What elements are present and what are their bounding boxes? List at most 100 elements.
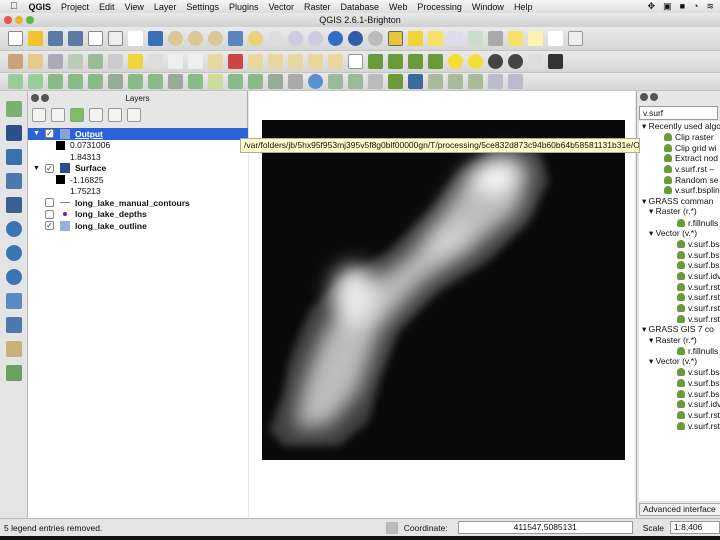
delete-selected-icon[interactable] — [128, 54, 143, 69]
add-raster-layer-icon[interactable] — [6, 125, 22, 141]
zoom-to-layer-icon[interactable] — [268, 31, 283, 46]
delete-ring-icon[interactable] — [128, 74, 143, 89]
zoom-window-button[interactable] — [26, 16, 34, 24]
split-parts-icon[interactable] — [228, 74, 243, 89]
algorithm-tree-item[interactable]: v.surf.rst — [639, 313, 720, 324]
pin-labels-icon[interactable] — [248, 54, 263, 69]
sun-up-icon[interactable] — [448, 54, 463, 69]
coordinate-toggle-icon[interactable] — [385, 521, 398, 534]
identify-icon[interactable] — [348, 31, 363, 46]
grid-icon[interactable] — [528, 54, 543, 69]
algorithm-tree-item[interactable]: v.surf.idv — [639, 399, 720, 410]
expand-all-icon[interactable] — [89, 108, 103, 122]
simplify-feature-icon[interactable] — [48, 74, 63, 89]
profile-tool-4-icon[interactable] — [428, 54, 443, 69]
save-as-icon[interactable] — [68, 31, 83, 46]
text-annotation-icon[interactable] — [568, 31, 583, 46]
menu-project[interactable]: Project — [56, 2, 94, 12]
profile-tool-2-icon[interactable] — [388, 54, 403, 69]
refresh-icon[interactable] — [328, 31, 343, 46]
select-features-icon[interactable] — [388, 31, 403, 46]
algorithm-tree-item[interactable]: Clip raster — [639, 132, 720, 143]
close-panel-icon[interactable] — [31, 94, 39, 102]
globe-up-icon[interactable] — [488, 54, 503, 69]
layer-row-contours[interactable]: long_lake_manual_contours — [28, 197, 248, 209]
vertex-2-icon[interactable] — [348, 74, 363, 89]
expand-arrow-icon[interactable]: ▼ — [33, 165, 45, 172]
layer-checkbox[interactable]: ✓ — [45, 129, 54, 139]
algorithm-tree-item[interactable]: v.surf.rst — [639, 292, 720, 303]
algorithm-tree-item[interactable]: Clip grid wi — [639, 142, 720, 153]
algorithm-tree-item[interactable]: ▾ Vector (v.*) — [639, 228, 720, 239]
save-edits-icon[interactable] — [48, 54, 63, 69]
edit-layer-2-icon[interactable] — [448, 74, 463, 89]
remove-layer-icon[interactable] — [127, 108, 141, 122]
algorithm-tree-item[interactable]: r.fillnulls — [639, 345, 720, 356]
menu-layer[interactable]: Layer — [149, 2, 182, 12]
copy-features-icon[interactable] — [168, 54, 183, 69]
display-icon[interactable]: ■ — [680, 1, 685, 12]
attribute-table-icon[interactable] — [448, 31, 463, 46]
raster-tool-icon[interactable] — [548, 54, 563, 69]
show-bookmarks-icon[interactable] — [548, 31, 563, 46]
menu-help[interactable]: Help — [509, 2, 538, 12]
vertex-3-icon[interactable] — [368, 74, 383, 89]
algorithm-tree-item[interactable]: v.surf.rst — [639, 410, 720, 421]
menu-database[interactable]: Database — [336, 2, 385, 12]
add-part-icon[interactable] — [88, 74, 103, 89]
map-canvas[interactable] — [249, 91, 635, 518]
delete-part-icon[interactable] — [148, 74, 163, 89]
algorithm-tree-item[interactable]: v.surf.bs — [639, 249, 720, 260]
change-label-icon[interactable] — [328, 54, 343, 69]
zoom-full-icon[interactable] — [228, 31, 243, 46]
add-wfs-layer-icon[interactable] — [6, 269, 22, 285]
layer-checkbox[interactable] — [45, 209, 54, 219]
cut-features-icon[interactable] — [148, 54, 163, 69]
menu-app[interactable]: QGIS — [24, 2, 57, 12]
sun-down-icon[interactable] — [468, 54, 483, 69]
add-vector-layer-icon[interactable] — [6, 101, 22, 117]
algorithm-tree-item[interactable]: v.surf.idv — [639, 271, 720, 282]
merge-attributes-icon[interactable] — [268, 74, 283, 89]
menu-settings[interactable]: Settings — [181, 2, 224, 12]
node-tool-icon[interactable] — [108, 54, 123, 69]
layer-checkbox[interactable]: ✓ — [45, 221, 54, 231]
show-hide-labels-icon[interactable] — [268, 54, 283, 69]
menu-view[interactable]: View — [120, 2, 149, 12]
filter-icon[interactable] — [70, 108, 84, 122]
algorithm-tree-item[interactable]: v.surf.bs — [639, 367, 720, 378]
current-edits-icon[interactable] — [8, 54, 23, 69]
vertex-1-icon[interactable] — [328, 74, 343, 89]
algorithm-tree-item[interactable]: ▾ GRASS GIS 7 co — [639, 324, 720, 335]
dropbox-icon[interactable]: ✥ — [648, 1, 656, 12]
add-ring-icon[interactable] — [68, 74, 83, 89]
layer-tool-icon[interactable] — [488, 74, 503, 89]
open-project-icon[interactable] — [28, 31, 43, 46]
algorithm-tree-item[interactable]: v.surf.rst — [639, 420, 720, 431]
layer-row-surface[interactable]: ▼ ✓ Surface — [28, 163, 248, 175]
algorithm-tree-item[interactable]: v.surf.rst – — [639, 164, 720, 175]
menu-raster[interactable]: Raster — [299, 2, 336, 12]
algorithm-tree-item[interactable]: ▾ Recently used algo — [639, 121, 720, 132]
label-icon[interactable] — [208, 54, 223, 69]
new-print-composer-icon[interactable] — [88, 31, 103, 46]
geometry-tool-icon[interactable] — [468, 74, 483, 89]
new-temporary-layer-icon[interactable] — [6, 365, 22, 381]
add-mssql-layer-icon[interactable] — [6, 197, 22, 213]
algorithm-tree-item[interactable]: v.surf.bs — [639, 388, 720, 399]
algorithm-tree-item[interactable]: ▾ GRASS comman — [639, 196, 720, 207]
map-tips-icon[interactable] — [508, 31, 523, 46]
split-features-icon[interactable] — [208, 74, 223, 89]
pan-to-selection-icon[interactable] — [148, 31, 163, 46]
deselect-icon[interactable] — [408, 31, 423, 46]
layer-checkbox[interactable] — [45, 198, 54, 208]
algorithm-tree-item[interactable]: Random se — [639, 174, 720, 185]
undo-icon[interactable] — [8, 74, 23, 89]
coordinate-field[interactable]: 411547,5085131 — [457, 521, 633, 534]
csw-icon[interactable] — [348, 54, 363, 69]
menu-vector[interactable]: Vector — [263, 2, 299, 12]
new-bookmark-icon[interactable] — [528, 31, 543, 46]
window-icon[interactable]: ▣ — [663, 1, 672, 12]
menu-web[interactable]: Web — [384, 2, 412, 12]
zoom-to-selection-icon[interactable] — [248, 31, 263, 46]
